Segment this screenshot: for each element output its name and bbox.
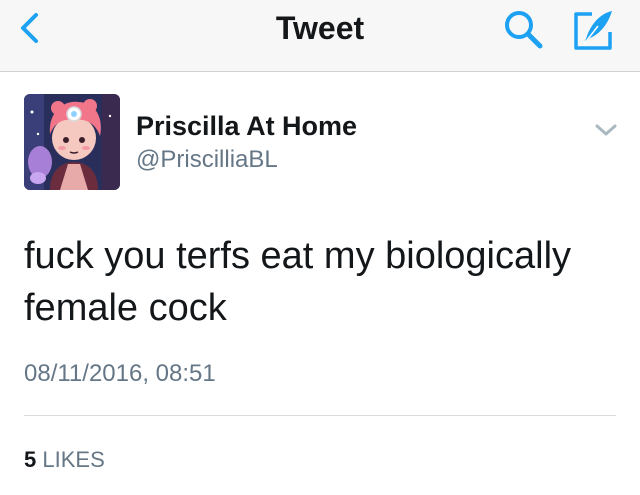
user-handle[interactable]: @PriscilliaBL	[136, 146, 278, 174]
tweet-text: fuck you terfs eat my biologically femal…	[24, 235, 572, 329]
divider	[24, 415, 616, 416]
tweet-timestamp: 08/11/2016, 08:51	[24, 360, 216, 387]
likes-label: LIKES	[42, 447, 105, 472]
likes-count: 5	[24, 447, 37, 472]
navigation-bar: Tweet	[0, 0, 640, 72]
likes-count-link[interactable]: 5 LIKES	[24, 447, 105, 473]
compose-feather-icon[interactable]	[572, 8, 616, 52]
avatar[interactable]	[24, 94, 120, 190]
search-icon[interactable]	[500, 6, 546, 52]
chevron-down-icon[interactable]	[592, 120, 620, 140]
display-name[interactable]: Priscilla At Home	[136, 111, 357, 141]
